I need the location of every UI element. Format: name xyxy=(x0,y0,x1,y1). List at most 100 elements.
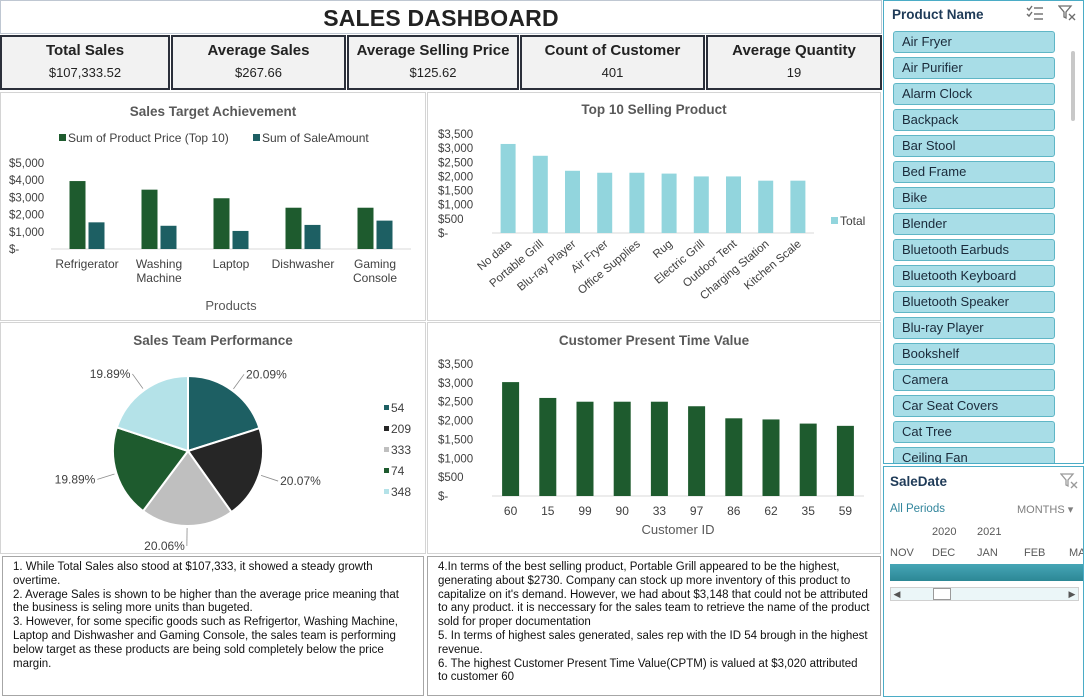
kpi-label: Average Selling Price xyxy=(356,42,510,59)
bar-mark xyxy=(613,401,631,496)
timeline-month[interactable]: JAN xyxy=(977,547,998,559)
y-tick-label: $2,500 xyxy=(438,157,473,169)
y-tick-label: $3,500 xyxy=(438,359,473,371)
bar-mark xyxy=(565,170,580,233)
sales-target-chart: $- $1,000 $2,000 $3,000 $4,000 $5,000 Refriger… xyxy=(9,131,411,313)
bar-mark xyxy=(726,176,741,233)
legend-swatch xyxy=(831,217,838,224)
slicer-item[interactable]: Bluetooth Speaker xyxy=(893,291,1055,313)
time-level-dropdown[interactable]: MONTHS ▾ xyxy=(1017,503,1073,516)
y-tick-label: $5,000 xyxy=(9,158,44,170)
slicer-item[interactable]: Bed Frame xyxy=(893,161,1055,183)
clear-filter-icon[interactable] xyxy=(1059,473,1078,492)
y-tick-label: $2,500 xyxy=(438,397,473,409)
slicer-item[interactable]: Bookshelf xyxy=(893,343,1055,365)
x-tick-label: Machine xyxy=(136,271,182,285)
pie-value-label: 20.06% xyxy=(144,539,185,553)
bar-mark xyxy=(661,173,677,233)
slicer-item[interactable]: Backpack xyxy=(893,109,1055,131)
note-item: 5. In terms of highest sales generated, … xyxy=(438,629,868,656)
kpi-label: Average Quantity xyxy=(732,42,856,59)
bar-mark xyxy=(650,401,668,496)
x-tick-label: Laptop xyxy=(213,257,250,271)
y-tick-label: $- xyxy=(438,491,448,503)
x-axis-label: Products xyxy=(205,298,257,313)
legend-label: 348 xyxy=(391,485,411,499)
timeline-month[interactable]: FEB xyxy=(1024,547,1045,559)
timeline-month[interactable]: MA xyxy=(1069,547,1083,559)
customer-value-chart-panel[interactable]: Customer Present Time Value $- $500 $1,000… xyxy=(427,322,881,554)
bar-mark xyxy=(762,419,780,496)
top-selling-chart: $- $500 $1,000 $1,500 $2,000 $2,500 $3,000 $3,5… xyxy=(438,129,865,302)
slicer-item[interactable]: Bluetooth Earbuds xyxy=(893,239,1055,261)
legend-label: 209 xyxy=(391,422,411,436)
all-periods-label: All Periods xyxy=(890,503,945,515)
x-tick-label: 33 xyxy=(653,504,667,518)
x-tick-label: Gaming xyxy=(354,257,396,271)
kpi-label: Count of Customer xyxy=(544,42,681,59)
clear-filter-icon[interactable] xyxy=(1057,5,1076,24)
sales-team-chart-panel[interactable]: Sales Team Performance 20.09% 20.07% 20.06… xyxy=(0,322,426,554)
timeline-scrollbar[interactable]: ◀ ▶ xyxy=(890,587,1079,601)
y-tick-label: $- xyxy=(9,244,19,256)
slicer-item[interactable]: Bluetooth Keyboard xyxy=(893,265,1055,287)
sales-target-chart-panel[interactable]: Sales Target Achievement $- $1,000 $2,000 $… xyxy=(0,92,426,321)
slicer-item[interactable]: Blender xyxy=(893,213,1055,235)
top-selling-chart-panel[interactable]: Top 10 Selling Product $- $500 $1,000 $1,50… xyxy=(427,92,881,321)
pie-leader-line xyxy=(260,474,279,482)
note-item: 6. The highest Customer Present Time Val… xyxy=(438,657,858,684)
legend-label: Sum of Product Price (Top 10) xyxy=(68,131,229,145)
legend-swatch xyxy=(384,426,389,431)
x-tick-label: 35 xyxy=(802,504,816,518)
legend-label: 54 xyxy=(391,401,405,415)
kpi-count-of-customer: Count of Customer 401 xyxy=(520,35,705,90)
timeline-month[interactable]: DEC xyxy=(932,547,955,559)
bar-mark xyxy=(213,198,230,249)
sales-team-pie-chart: 20.09% 20.07% 20.06% 19.89% 19.89% 54 209 333 74… xyxy=(55,367,412,553)
timeline-scroll-thumb[interactable] xyxy=(933,588,951,600)
x-tick-label: 99 xyxy=(578,504,592,518)
slicer-item[interactable]: Air Fryer xyxy=(893,31,1055,53)
slicer-item[interactable]: Alarm Clock xyxy=(893,83,1055,105)
slicer-item[interactable]: Ceiling Fan xyxy=(893,447,1055,463)
slicer-item[interactable]: Blu-ray Player xyxy=(893,317,1055,339)
slicer-item[interactable]: Cat Tree xyxy=(893,421,1055,443)
y-tick-label: $500 xyxy=(438,472,464,484)
slicer-item[interactable]: Bar Stool xyxy=(893,135,1055,157)
multi-select-icon[interactable] xyxy=(1026,5,1044,24)
timeline-period-bar[interactable] xyxy=(890,564,1083,581)
scroll-left-icon[interactable]: ◀ xyxy=(891,588,903,600)
bar-mark xyxy=(799,423,817,496)
slicer-title: Product Name xyxy=(892,7,984,22)
bar-mark xyxy=(357,207,374,249)
x-tick-label: 86 xyxy=(727,504,741,518)
pie-leader-line xyxy=(233,374,245,390)
x-tick-label: 59 xyxy=(839,504,853,518)
timeline-month[interactable]: NOV xyxy=(890,547,914,559)
legend-swatch xyxy=(59,134,66,141)
y-tick-label: $2,000 xyxy=(438,171,473,183)
x-tick-label: Rug xyxy=(651,238,675,261)
y-tick-label: $1,000 xyxy=(438,200,473,212)
legend-swatch xyxy=(384,405,389,410)
notes-right: 4.In terms of the best selling product, … xyxy=(427,556,881,696)
slicer-item[interactable]: Car Seat Covers xyxy=(893,395,1055,417)
bar-mark xyxy=(758,180,774,233)
y-tick-label: $1,000 xyxy=(9,227,44,239)
x-tick-label: Dishwasher xyxy=(272,257,335,271)
bar-mark xyxy=(629,172,645,233)
bar-mark xyxy=(693,176,709,233)
bar-mark xyxy=(376,220,393,249)
slicer-scroll-thumb[interactable] xyxy=(1071,51,1075,121)
y-tick-label: $3,500 xyxy=(438,129,473,141)
slicer-item[interactable]: Camera xyxy=(893,369,1055,391)
kpi-value: $107,333.52 xyxy=(48,65,122,80)
slicer-item[interactable]: Air Purifier xyxy=(893,57,1055,79)
pie-value-label: 20.07% xyxy=(280,474,321,488)
dashboard-title: SALES DASHBOARD xyxy=(323,5,559,31)
scroll-right-icon[interactable]: ▶ xyxy=(1066,588,1078,600)
slicer-scrollbar[interactable] xyxy=(1069,31,1077,461)
y-tick-label: $3,000 xyxy=(9,192,44,204)
time-level-label: MONTHS xyxy=(1017,504,1065,516)
slicer-item[interactable]: Bike xyxy=(893,187,1055,209)
